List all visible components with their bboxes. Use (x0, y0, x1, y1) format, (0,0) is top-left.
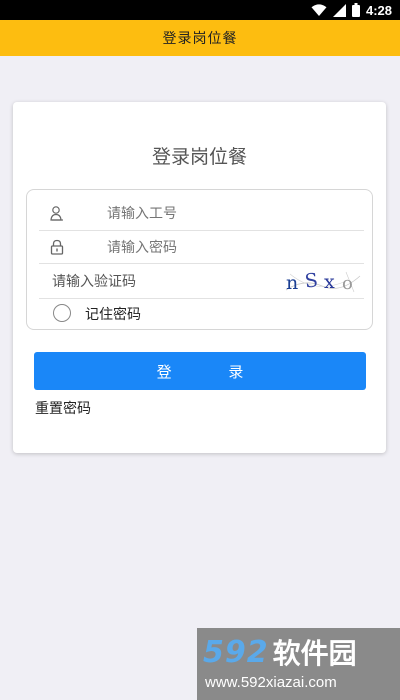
remember-password-radio[interactable] (53, 304, 71, 322)
login-card: 登录岗位餐 请输入工号 请输入验证码 n S x o 记住密码 登 录 重置密码 (13, 102, 386, 453)
svg-text:S: S (304, 269, 319, 292)
login-card-title: 登录岗位餐 (151, 146, 247, 168)
wifi-icon (311, 3, 327, 17)
employee-id-input[interactable] (107, 196, 327, 230)
login-button[interactable]: 登 录 (34, 352, 366, 390)
remember-row: 记住密码 (27, 299, 372, 329)
remember-password-label[interactable]: 记住密码 (85, 299, 141, 329)
watermark-brand-number: 592 (203, 634, 269, 670)
login-form: 请输入验证码 n S x o 记住密码 (26, 189, 373, 330)
title-bar: 登录岗位餐 (0, 20, 400, 56)
svg-text:n: n (286, 272, 298, 294)
watermark-brand-text: 软件园 (272, 637, 357, 670)
captcha-image[interactable]: n S x o (284, 268, 362, 296)
clock-text: 4:28 (365, 2, 392, 18)
lock-icon (49, 239, 65, 255)
reset-password-link[interactable]: 重置密码 (35, 398, 91, 418)
password-row (27, 230, 372, 263)
captcha-row: 请输入验证码 n S x o (27, 264, 372, 298)
watermark-logo: 592 软件园 (203, 632, 357, 672)
status-icons: 4:28 (311, 2, 392, 18)
battery-icon (351, 3, 360, 17)
page-title: 登录岗位餐 (162, 31, 238, 47)
watermark-url: www.592xiazai.com (205, 674, 337, 691)
watermark: 592 软件园 www.592xiazai.com (197, 628, 400, 700)
captcha-input[interactable]: 请输入验证码 (52, 264, 136, 298)
svg-text:x: x (324, 271, 335, 293)
password-input[interactable] (107, 230, 327, 263)
signal-icon (332, 3, 346, 17)
user-icon (49, 205, 65, 221)
employee-id-row (27, 196, 372, 230)
svg-text:o: o (342, 273, 353, 294)
status-bar: 4:28 (0, 0, 400, 20)
